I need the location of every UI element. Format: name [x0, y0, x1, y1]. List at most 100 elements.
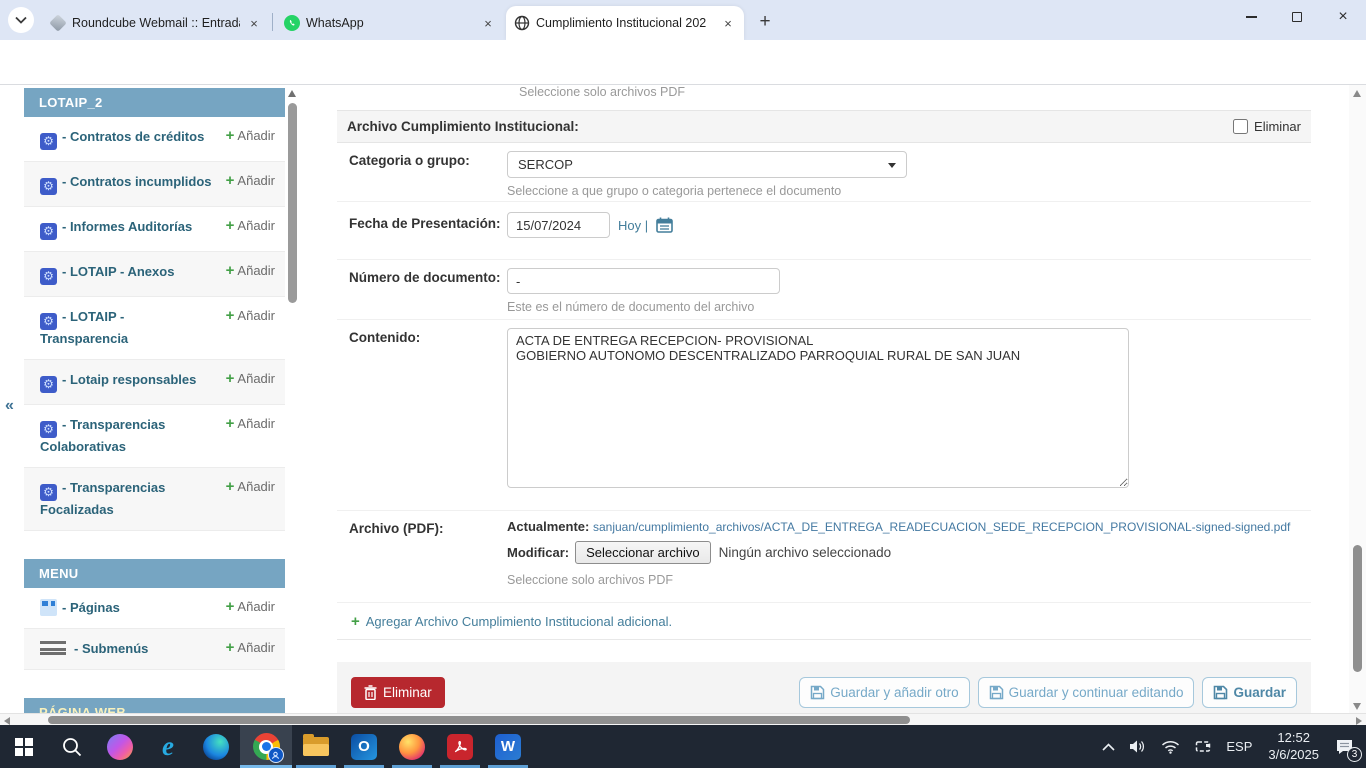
internet-explorer-icon[interactable]: e: [144, 725, 192, 768]
add-link[interactable]: +Añadir: [226, 639, 275, 656]
sidebar-item-submenus[interactable]: - Submenús +Añadir: [24, 629, 285, 670]
eliminar-button[interactable]: Eliminar: [351, 677, 445, 708]
tab-close-icon[interactable]: ×: [720, 15, 736, 31]
language-indicator[interactable]: ESP: [1219, 725, 1259, 768]
scrollbar-thumb[interactable]: [288, 103, 297, 303]
window-restore-button[interactable]: [1274, 0, 1320, 34]
tray-chevron-up-icon[interactable]: [1095, 725, 1122, 768]
acrobat-icon[interactable]: [436, 725, 484, 768]
window-minimize-button[interactable]: [1228, 0, 1274, 34]
window-close-button[interactable]: ×: [1320, 0, 1366, 34]
categoria-select[interactable]: SERCOP: [507, 151, 907, 178]
fecha-input[interactable]: [507, 212, 610, 238]
contenido-textarea[interactable]: ACTA DE ENTREGA RECEPCION- PROVISIONAL G…: [507, 328, 1129, 488]
field-label: Número de documento:: [337, 260, 507, 319]
tab-whatsapp[interactable]: WhatsApp ×: [276, 6, 504, 40]
current-file-link[interactable]: sanjuan/cumplimiento_archivos/ACTA_DE_EN…: [593, 520, 1290, 534]
hoy-link[interactable]: Hoy |: [618, 218, 648, 233]
globe-favicon: [514, 15, 530, 31]
gear-icon: ⚙: [40, 268, 57, 285]
plus-icon: +: [226, 639, 235, 656]
taskbar-search-button[interactable]: [48, 725, 96, 768]
wifi-icon[interactable]: [1154, 725, 1187, 768]
new-tab-button[interactable]: +: [752, 9, 778, 35]
tab-search-button[interactable]: [8, 7, 34, 33]
word-icon[interactable]: W: [484, 725, 532, 768]
outlook-icon[interactable]: O: [340, 725, 388, 768]
sidebar-gap: [24, 670, 285, 698]
copilot-icon[interactable]: [96, 725, 144, 768]
eliminar-checkbox[interactable]: [1233, 119, 1248, 134]
section-title: Archivo Cumplimiento Institucional:: [347, 119, 1233, 134]
add-link[interactable]: +Añadir: [226, 127, 275, 144]
modificar-label: Modificar:: [507, 545, 569, 560]
add-archivo-link[interactable]: Agregar Archivo Cumplimiento Institucion…: [366, 614, 672, 629]
scrollbar-thumb[interactable]: [1353, 545, 1362, 672]
sidebar-item-transparencias-focalizadas[interactable]: ⚙- Transparencias Focalizadas +Añadir: [24, 468, 285, 531]
volume-icon[interactable]: [1122, 725, 1154, 768]
chrome-icon-active[interactable]: [240, 725, 292, 768]
page-content: « LOTAIP_2 ⚙- Contratos de créditos +Aña…: [0, 85, 1366, 713]
start-button[interactable]: [0, 725, 48, 768]
tab-close-icon[interactable]: ×: [480, 15, 496, 31]
file-explorer-icon[interactable]: [292, 725, 340, 768]
scrollbar-thumb[interactable]: [48, 716, 910, 724]
sidebar-item-informes-auditorias[interactable]: ⚙- Informes Auditorías +Añadir: [24, 207, 285, 252]
plus-icon: +: [351, 613, 360, 630]
tab-title: Cumplimiento Institucional 202: [536, 16, 714, 30]
tab-roundcube[interactable]: Roundcube Webmail :: Entrada ×: [42, 6, 270, 40]
guardar-continuar-button[interactable]: Guardar y continuar editando: [978, 677, 1195, 708]
scroll-left-arrow[interactable]: [4, 717, 10, 725]
scroll-down-arrow[interactable]: [1353, 703, 1361, 710]
edge-icon[interactable]: [192, 725, 240, 768]
add-link[interactable]: +Añadir: [226, 307, 275, 324]
add-link[interactable]: +Añadir: [226, 370, 275, 387]
guardar-anadir-otro-button[interactable]: Guardar y añadir otro: [799, 677, 969, 708]
inline-section-header: Archivo Cumplimiento Institucional: Elim…: [337, 110, 1311, 143]
plus-icon: +: [226, 478, 235, 495]
add-link[interactable]: +Añadir: [226, 415, 275, 432]
pages-layout-icon: [40, 599, 57, 616]
eliminar-checkbox-label: Eliminar: [1254, 119, 1301, 134]
sidebar-item-transparencias-colaborativas[interactable]: ⚙- Transparencias Colaborativas +Añadir: [24, 405, 285, 468]
notification-center-icon[interactable]: 3: [1328, 725, 1366, 768]
chrome-profile-badge: [268, 747, 284, 763]
add-link[interactable]: +Añadir: [226, 172, 275, 189]
sidebar-scrollbar[interactable]: [287, 88, 298, 713]
page-vertical-scrollbar[interactable]: [1349, 85, 1366, 713]
clock-date: 3/6/2025: [1268, 747, 1319, 764]
sidebar-item-lotaip-anexos[interactable]: ⚙- LOTAIP - Anexos +Añadir: [24, 252, 285, 297]
sidebar-item-contratos-incumplidos[interactable]: ⚙- Contratos incumplidos +Añadir: [24, 162, 285, 207]
firefox-icon[interactable]: [388, 725, 436, 768]
plus-icon: +: [226, 127, 235, 144]
add-link[interactable]: +Añadir: [226, 598, 275, 615]
tab-title: Roundcube Webmail :: Entrada: [72, 16, 240, 30]
add-link[interactable]: +Añadir: [226, 478, 275, 495]
add-link[interactable]: +Añadir: [226, 217, 275, 234]
seleccionar-archivo-button[interactable]: Seleccionar archivo: [575, 541, 710, 564]
whatsapp-favicon: [284, 15, 300, 31]
clock[interactable]: 12:523/6/2025: [1259, 725, 1328, 768]
numero-documento-input[interactable]: [507, 268, 780, 294]
guardar-button[interactable]: Guardar: [1202, 677, 1297, 708]
page-horizontal-scrollbar[interactable]: [0, 713, 1366, 725]
scroll-right-arrow[interactable]: [1356, 717, 1362, 725]
gear-icon: ⚙: [40, 178, 57, 195]
sidebar-item-lotaip-responsables[interactable]: ⚙- Lotaip responsables +Añadir: [24, 360, 285, 405]
sidebar-item-paginas[interactable]: - Páginas +Añadir: [24, 588, 285, 629]
sidebar-collapse-toggle[interactable]: «: [5, 397, 14, 415]
calendar-icon[interactable]: [656, 217, 673, 233]
gear-icon: ⚙: [40, 313, 57, 330]
field-label: Categoria o grupo:: [337, 143, 507, 201]
field-row-fecha: Fecha de Presentación: Hoy |: [337, 202, 1311, 260]
tab-cumplimiento-active[interactable]: Cumplimiento Institucional 202 ×: [506, 6, 744, 40]
sidebar-item-contratos-creditos[interactable]: ⚙- Contratos de créditos +Añadir: [24, 117, 285, 162]
display-connect-icon[interactable]: [1187, 725, 1219, 768]
gear-icon: ⚙: [40, 133, 57, 150]
tab-close-icon[interactable]: ×: [246, 15, 262, 31]
sidebar-item-lotaip-transparencia[interactable]: ⚙- LOTAIP - Transparencia +Añadir: [24, 297, 285, 360]
add-link[interactable]: +Añadir: [226, 262, 275, 279]
scroll-up-arrow[interactable]: [1353, 90, 1361, 97]
change-form: Seleccione solo archivos PDF Archivo Cum…: [337, 85, 1311, 713]
scroll-up-arrow[interactable]: [288, 90, 296, 97]
